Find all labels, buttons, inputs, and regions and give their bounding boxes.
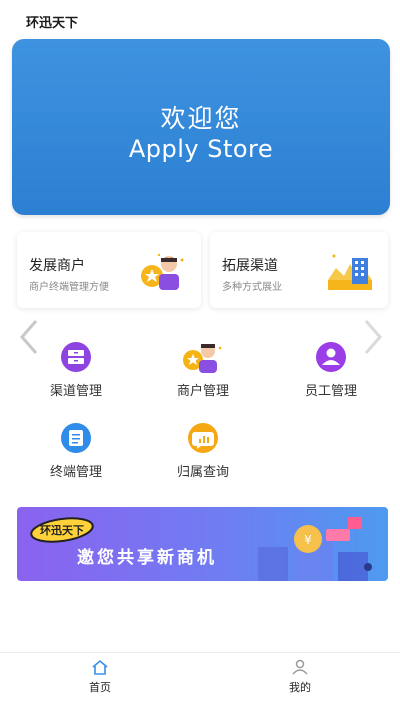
card-title: 发展商户 bbox=[29, 258, 85, 274]
merchant-person-icon bbox=[141, 253, 184, 290]
drawer-icon bbox=[61, 342, 91, 372]
welcome-banner[interactable]: 欢迎您 Apply Store bbox=[12, 39, 390, 215]
chart-bubble-icon bbox=[188, 423, 218, 453]
bottom-navigation: 首页 我的 bbox=[0, 652, 400, 701]
grid-label: 归属查询 bbox=[176, 465, 229, 480]
grid-label: 商户管理 bbox=[176, 384, 229, 399]
nav-home[interactable]: 首页 bbox=[70, 659, 130, 699]
grid-label: 员工管理 bbox=[304, 384, 357, 399]
card-title: 拓展渠道 bbox=[222, 258, 278, 274]
ownership-query-button[interactable]: 归属查询 bbox=[148, 421, 258, 483]
merchant-person-icon bbox=[183, 344, 222, 373]
top-bar: 环迅天下 bbox=[0, 0, 400, 34]
document-icon bbox=[61, 423, 91, 453]
employee-management-button[interactable]: 员工管理 bbox=[276, 340, 386, 402]
nav-label: 首页 bbox=[89, 681, 111, 694]
city-buildings-icon bbox=[328, 254, 372, 290]
brand-tag: 环迅天下 bbox=[30, 517, 94, 543]
home-icon bbox=[92, 659, 108, 675]
grid-label: 终端管理 bbox=[49, 465, 102, 480]
welcome-text: 欢迎您 bbox=[160, 104, 242, 133]
grid-label: 渠道管理 bbox=[49, 384, 102, 399]
nav-mine[interactable]: 我的 bbox=[270, 659, 330, 699]
card-subtitle: 多种方式展业 bbox=[222, 282, 282, 293]
svg-text:环迅天下: 环迅天下 bbox=[40, 524, 84, 537]
develop-merchant-card[interactable]: 发展商户 商户终端管理方便 bbox=[17, 232, 201, 308]
store-name: Apply Store bbox=[128, 135, 274, 163]
banner-slogan: 邀您共享新商机 bbox=[77, 548, 217, 568]
svg-text:¥: ¥ bbox=[304, 533, 312, 547]
channel-management-button[interactable]: 渠道管理 bbox=[21, 340, 131, 402]
card-subtitle: 商户终端管理方便 bbox=[29, 282, 109, 293]
employee-icon bbox=[316, 342, 346, 372]
terminal-management-button[interactable]: 终端管理 bbox=[21, 421, 131, 483]
expand-channel-card[interactable]: 拓展渠道 多种方式展业 bbox=[210, 232, 388, 308]
merchant-management-button[interactable]: 商户管理 bbox=[148, 340, 258, 402]
promo-banner[interactable]: 环迅天下 邀您共享新商机 ¥ bbox=[17, 507, 388, 581]
app-title: 环迅天下 bbox=[26, 16, 79, 31]
nav-label: 我的 bbox=[289, 681, 311, 694]
business-illustration: ¥ bbox=[258, 517, 372, 581]
user-icon bbox=[292, 659, 308, 675]
